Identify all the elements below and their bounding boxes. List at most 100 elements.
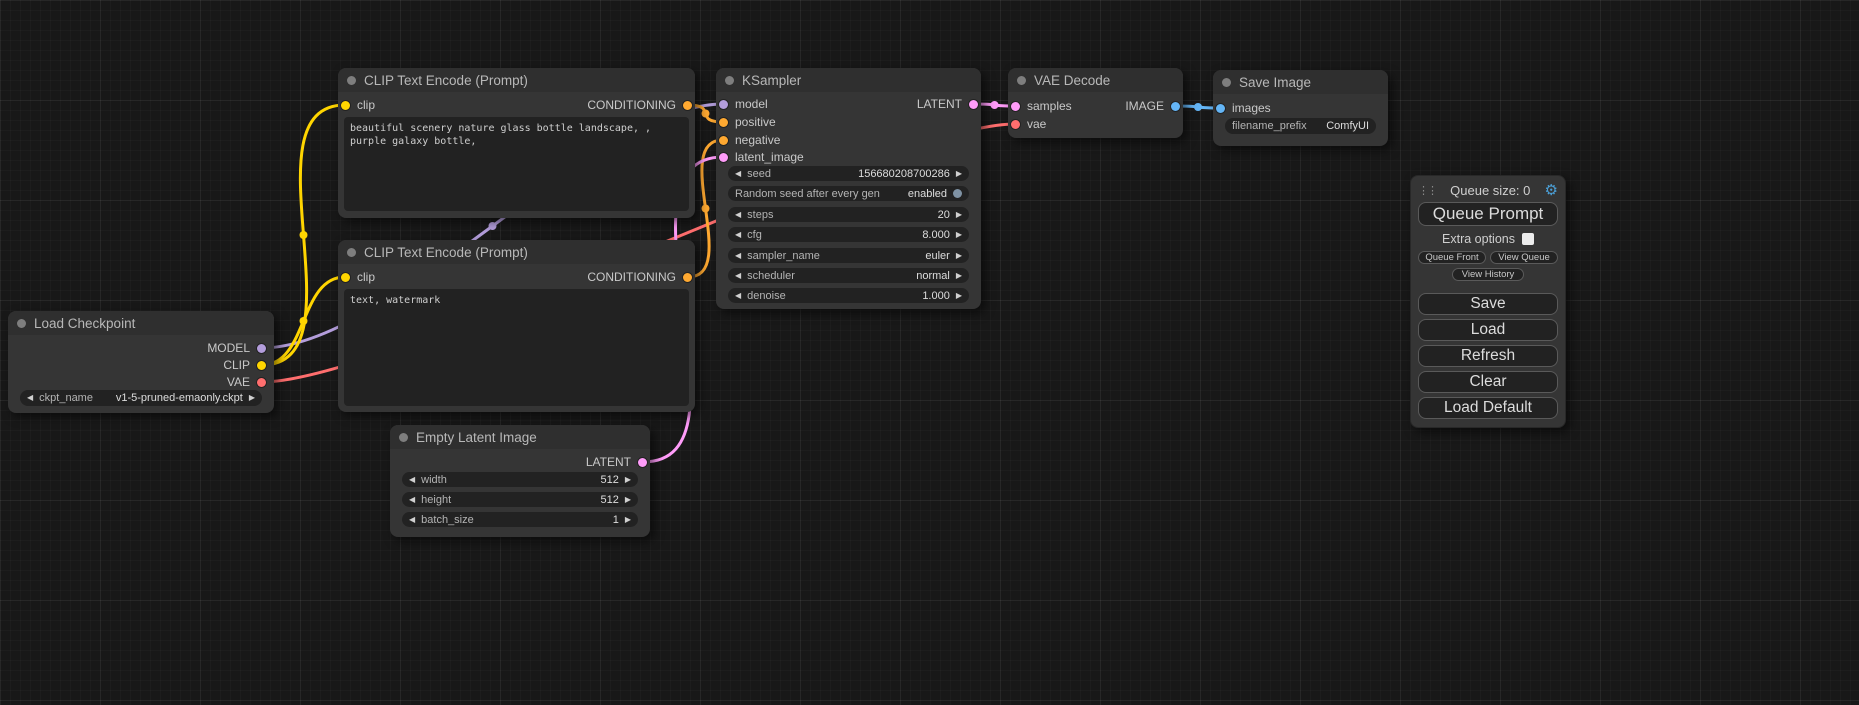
decrement-arrow-icon[interactable]: ◀ bbox=[735, 272, 741, 280]
save-button[interactable]: Save bbox=[1418, 293, 1558, 315]
load-button[interactable]: Load bbox=[1418, 319, 1558, 341]
queue-front-button[interactable]: Queue Front bbox=[1418, 251, 1486, 264]
port-dot[interactable] bbox=[683, 101, 692, 110]
decrement-arrow-icon[interactable]: ◀ bbox=[735, 292, 741, 300]
view-queue-button[interactable]: View Queue bbox=[1490, 251, 1558, 264]
port-label: CLIP bbox=[223, 358, 250, 372]
node-title-bar[interactable]: VAE Decode bbox=[1008, 68, 1183, 92]
filename-prefix-widget[interactable]: filename_prefix ComfyUI bbox=[1225, 118, 1376, 134]
port-dot[interactable] bbox=[341, 273, 350, 282]
increment-arrow-icon[interactable]: ▶ bbox=[249, 394, 255, 402]
port-dot[interactable] bbox=[719, 136, 728, 145]
port-dot[interactable] bbox=[257, 378, 266, 387]
positive-prompt-text[interactable]: beautiful scenery nature glass bottle la… bbox=[344, 117, 689, 211]
load-default-button[interactable]: Load Default bbox=[1418, 397, 1558, 419]
decrement-arrow-icon[interactable]: ◀ bbox=[735, 211, 741, 219]
steps-widget[interactable]: ◀ steps 20 ▶ bbox=[728, 207, 969, 222]
decrement-arrow-icon[interactable]: ◀ bbox=[735, 252, 741, 260]
denoise-widget[interactable]: ◀ denoise 1.000 ▶ bbox=[728, 288, 969, 303]
increment-arrow-icon[interactable]: ▶ bbox=[625, 476, 631, 484]
input-port-images: images bbox=[1216, 101, 1271, 115]
graph-canvas[interactable]: Load Checkpoint MODEL CLIP VAE ◀ ckpt_na… bbox=[0, 0, 1859, 705]
collapse-dot-icon[interactable] bbox=[725, 76, 734, 85]
node-load-checkpoint[interactable]: Load Checkpoint MODEL CLIP VAE ◀ ckpt_na… bbox=[8, 311, 274, 413]
negative-prompt-text[interactable]: text, watermark bbox=[344, 289, 689, 406]
port-dot[interactable] bbox=[1011, 102, 1020, 111]
collapse-dot-icon[interactable] bbox=[17, 319, 26, 328]
port-dot[interactable] bbox=[719, 100, 728, 109]
drag-handle-icon[interactable]: ⋮⋮ bbox=[1418, 184, 1436, 197]
port-dot[interactable] bbox=[257, 344, 266, 353]
node-save-image[interactable]: Save Image images filename_prefix ComfyU… bbox=[1213, 70, 1388, 146]
scheduler-widget[interactable]: ◀ scheduler normal ▶ bbox=[728, 268, 969, 283]
queue-panel-header: ⋮⋮ Queue size: 0 ⚙ bbox=[1418, 180, 1558, 200]
node-vae-decode[interactable]: VAE Decode samples vae IMAGE bbox=[1008, 68, 1183, 138]
increment-arrow-icon[interactable]: ▶ bbox=[956, 272, 962, 280]
random-seed-toggle-widget[interactable]: Random seed after every gen enabled bbox=[728, 186, 969, 201]
widget-value: v1-5-pruned-emaonly.ckpt bbox=[116, 392, 243, 404]
input-port-clip: clip bbox=[341, 98, 375, 112]
port-dot[interactable] bbox=[1171, 102, 1180, 111]
input-port-model: model bbox=[719, 97, 768, 111]
collapse-dot-icon[interactable] bbox=[1017, 76, 1026, 85]
decrement-arrow-icon[interactable]: ◀ bbox=[735, 231, 741, 239]
settings-gear-icon[interactable]: ⚙ bbox=[1545, 183, 1558, 198]
decrement-arrow-icon[interactable]: ◀ bbox=[409, 516, 415, 524]
increment-arrow-icon[interactable]: ▶ bbox=[625, 516, 631, 524]
node-title-bar[interactable]: Empty Latent Image bbox=[390, 425, 650, 449]
decrement-arrow-icon[interactable]: ◀ bbox=[27, 394, 33, 402]
port-dot[interactable] bbox=[1216, 104, 1225, 113]
seed-widget[interactable]: ◀ seed 156680208700286 ▶ bbox=[728, 166, 969, 181]
view-history-button[interactable]: View History bbox=[1452, 268, 1524, 281]
toggle-dot-icon[interactable] bbox=[953, 189, 962, 198]
node-ksampler[interactable]: KSampler model positive negative latent_… bbox=[716, 68, 981, 309]
node-title-bar[interactable]: CLIP Text Encode (Prompt) bbox=[338, 240, 695, 264]
collapse-dot-icon[interactable] bbox=[347, 76, 356, 85]
refresh-button[interactable]: Refresh bbox=[1418, 345, 1558, 367]
port-dot[interactable] bbox=[638, 458, 647, 467]
port-dot[interactable] bbox=[969, 100, 978, 109]
batch-size-widget[interactable]: ◀ batch_size 1 ▶ bbox=[402, 512, 638, 527]
decrement-arrow-icon[interactable]: ◀ bbox=[409, 476, 415, 484]
increment-arrow-icon[interactable]: ▶ bbox=[956, 231, 962, 239]
collapse-dot-icon[interactable] bbox=[399, 433, 408, 442]
port-dot[interactable] bbox=[719, 118, 728, 127]
node-title-bar[interactable]: CLIP Text Encode (Prompt) bbox=[338, 68, 695, 92]
cfg-widget[interactable]: ◀ cfg 8.000 ▶ bbox=[728, 227, 969, 242]
decrement-arrow-icon[interactable]: ◀ bbox=[735, 170, 741, 178]
port-dot[interactable] bbox=[1011, 120, 1020, 129]
node-title: CLIP Text Encode (Prompt) bbox=[364, 73, 528, 88]
port-dot[interactable] bbox=[683, 273, 692, 282]
increment-arrow-icon[interactable]: ▶ bbox=[956, 170, 962, 178]
widget-label: cfg bbox=[747, 229, 762, 241]
increment-arrow-icon[interactable]: ▶ bbox=[625, 496, 631, 504]
sampler-name-widget[interactable]: ◀ sampler_name euler ▶ bbox=[728, 248, 969, 263]
node-empty-latent-image[interactable]: Empty Latent Image LATENT ◀ width 512 ▶ … bbox=[390, 425, 650, 537]
increment-arrow-icon[interactable]: ▶ bbox=[956, 292, 962, 300]
node-clip-text-encode-negative[interactable]: CLIP Text Encode (Prompt) clip CONDITION… bbox=[338, 240, 695, 412]
widget-value: 512 bbox=[600, 494, 618, 506]
widget-value: 20 bbox=[938, 209, 950, 221]
ckpt-name-widget[interactable]: ◀ ckpt_name v1-5-pruned-emaonly.ckpt ▶ bbox=[20, 390, 262, 406]
node-clip-text-encode-positive[interactable]: CLIP Text Encode (Prompt) clip CONDITION… bbox=[338, 68, 695, 218]
queue-prompt-button[interactable]: Queue Prompt bbox=[1418, 202, 1558, 226]
port-dot[interactable] bbox=[719, 153, 728, 162]
decrement-arrow-icon[interactable]: ◀ bbox=[409, 496, 415, 504]
height-widget[interactable]: ◀ height 512 ▶ bbox=[402, 492, 638, 507]
width-widget[interactable]: ◀ width 512 ▶ bbox=[402, 472, 638, 487]
output-port-latent: LATENT bbox=[586, 455, 647, 469]
node-title-bar[interactable]: Load Checkpoint bbox=[8, 311, 274, 335]
node-title-bar[interactable]: KSampler bbox=[716, 68, 981, 92]
increment-arrow-icon[interactable]: ▶ bbox=[956, 211, 962, 219]
collapse-dot-icon[interactable] bbox=[347, 248, 356, 257]
port-dot[interactable] bbox=[257, 361, 266, 370]
increment-arrow-icon[interactable]: ▶ bbox=[956, 252, 962, 260]
clear-button[interactable]: Clear bbox=[1418, 371, 1558, 393]
widget-label: scheduler bbox=[747, 270, 795, 282]
output-port-conditioning: CONDITIONING bbox=[587, 98, 692, 112]
collapse-dot-icon[interactable] bbox=[1222, 78, 1231, 87]
node-title-bar[interactable]: Save Image bbox=[1213, 70, 1388, 94]
port-dot[interactable] bbox=[341, 101, 350, 110]
widget-value: 512 bbox=[600, 474, 618, 486]
extra-options-checkbox[interactable] bbox=[1522, 233, 1534, 245]
